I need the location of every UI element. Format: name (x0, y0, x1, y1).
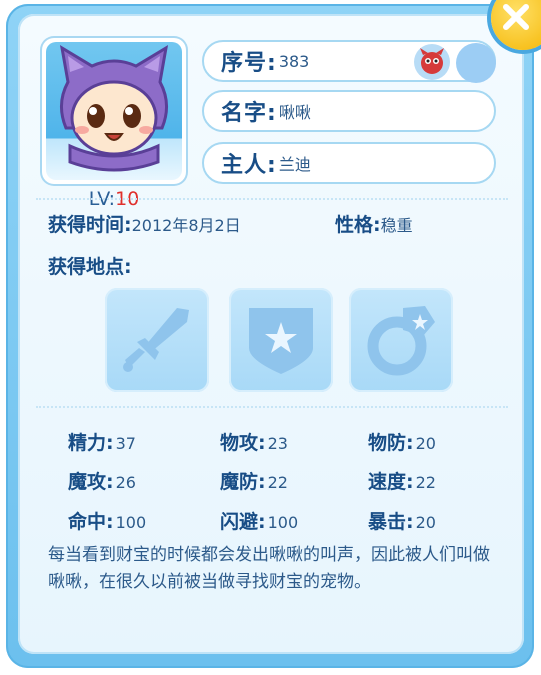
sword-icon (123, 308, 189, 372)
stat-hit-label: 命中: (68, 511, 114, 533)
owner-value: 兰迪 (278, 155, 311, 174)
pet-element-icon (414, 44, 450, 80)
stat-energy-label: 精力: (68, 432, 114, 454)
owner-field: 主人: 兰迪 (202, 142, 496, 184)
stat-energy-value: 37 (115, 434, 136, 453)
personality-value: 稳重 (380, 216, 413, 235)
name-label: 名字: (221, 101, 277, 126)
stat-speed: 速度: 22 (368, 467, 436, 494)
shield-icon (249, 308, 313, 374)
acquire-time-label: 获得时间: (48, 214, 132, 236)
stat-phys-atk-value: 23 (267, 434, 288, 453)
stat-phys-atk-label: 物攻: (220, 432, 266, 454)
stat-phys-atk: 物攻: 23 (220, 428, 288, 455)
number-label: 序号: (221, 51, 277, 76)
ring-icon (367, 306, 435, 376)
stat-mag-def: 魔防: 22 (220, 467, 288, 494)
stat-mag-atk-value: 26 (115, 473, 136, 492)
owner-label: 主人: (221, 153, 277, 178)
stat-mag-def-label: 魔防: (220, 471, 266, 493)
stat-crit: 暴击: 20 (368, 507, 436, 534)
stat-hit-value: 100 (115, 513, 147, 532)
stat-phys-def: 物防: 20 (368, 428, 436, 455)
stat-energy: 精力: 37 (68, 428, 136, 455)
equipment-slot-weapon[interactable] (105, 288, 209, 392)
stat-mag-atk-label: 魔攻: (68, 471, 114, 493)
acquire-time: 获得时间:2012年8月2日 (48, 210, 241, 237)
stat-phys-def-label: 物防: (368, 432, 414, 454)
stat-crit-label: 暴击: (368, 511, 414, 533)
acquire-location-label: 获得地点: (48, 256, 132, 278)
equipment-slot-armor[interactable] (229, 288, 333, 392)
name-field: 名字: 啾啾 (202, 90, 496, 132)
personality: 性格:稳重 (335, 210, 413, 237)
name-value: 啾啾 (278, 103, 311, 122)
number-field: 序号: 383 (202, 40, 496, 83)
stat-mag-def-value: 22 (267, 473, 288, 492)
pet-attribute-icon (456, 43, 496, 83)
stat-dodge-value: 100 (267, 513, 299, 532)
stat-dodge: 闪避: 100 (220, 507, 298, 534)
stat-speed-value: 22 (415, 473, 436, 492)
close-icon (503, 4, 529, 30)
acquire-time-value: 2012年8月2日 (131, 216, 241, 235)
pet-avatar: LV:10 (42, 38, 186, 210)
pet-portrait-icon (59, 45, 169, 172)
number-value: 383 (278, 51, 310, 71)
divider (36, 198, 508, 200)
divider (36, 406, 508, 408)
stat-speed-label: 速度: (368, 471, 414, 493)
stat-crit-value: 20 (415, 513, 436, 532)
stat-mag-atk: 魔攻: 26 (68, 467, 136, 494)
personality-label: 性格: (335, 214, 381, 236)
stat-hit: 命中: 100 (68, 507, 146, 534)
pet-description: 每当看到财宝的时候都会发出啾啾的叫声，因此被人们叫做啾啾，在很久以前被当做寻找财… (48, 545, 490, 592)
stat-phys-def-value: 20 (415, 434, 436, 453)
equipment-slot-accessory[interactable] (349, 288, 453, 392)
stat-dodge-label: 闪避: (220, 511, 266, 533)
